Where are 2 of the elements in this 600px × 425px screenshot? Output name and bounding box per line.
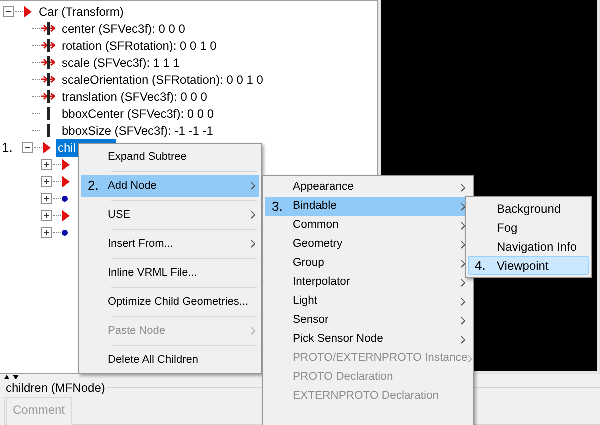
step-number: 1. — [2, 138, 13, 157]
group-title: children (MFNode) — [4, 379, 108, 397]
